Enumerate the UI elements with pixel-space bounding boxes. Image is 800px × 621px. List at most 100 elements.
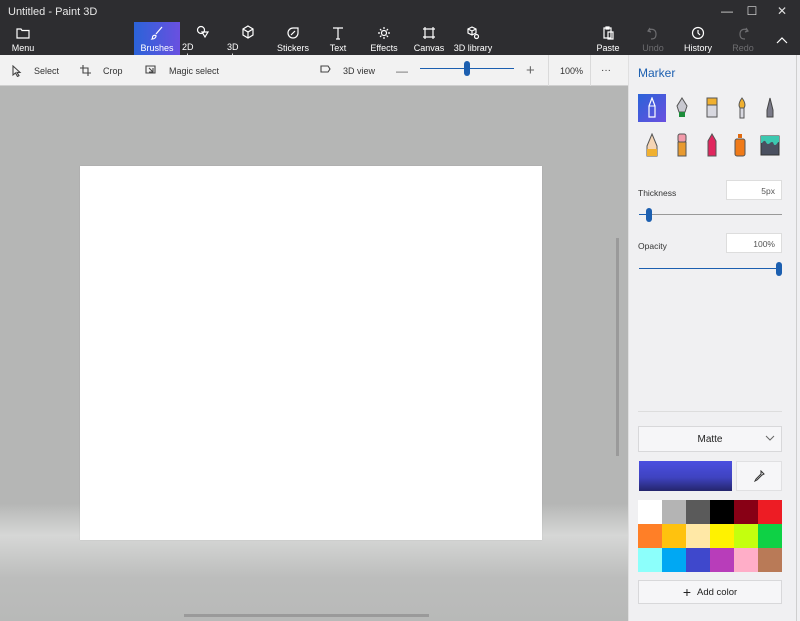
maximize-button[interactable]: ☐ <box>737 0 767 22</box>
history-label: History <box>683 43 712 53</box>
brush-marker[interactable] <box>638 94 666 122</box>
magic-select-icon <box>145 65 156 74</box>
vertical-scrollbar[interactable] <box>616 238 619 456</box>
eraser-icon <box>677 133 687 157</box>
3d-view-label: 3D view <box>343 65 376 76</box>
tab-stickers[interactable]: Stickers <box>273 22 313 55</box>
tab-text[interactable]: Text <box>318 22 358 55</box>
history-button[interactable]: History <box>682 22 714 55</box>
color-swatch[interactable] <box>686 524 710 548</box>
brush-crayon[interactable] <box>698 131 726 159</box>
color-swatch[interactable] <box>734 524 758 548</box>
thickness-slider-track[interactable] <box>639 214 782 215</box>
color-swatch[interactable] <box>710 548 734 572</box>
magic-select-button[interactable]: Magic select <box>145 55 219 86</box>
brush-pencil[interactable] <box>638 131 666 159</box>
color-swatch[interactable] <box>710 500 734 524</box>
minimize-icon: — <box>721 4 733 18</box>
brush-pixel-pen[interactable] <box>756 94 784 122</box>
opacity-slider-thumb[interactable] <box>776 262 782 276</box>
drawing-canvas[interactable] <box>80 166 542 540</box>
panel-title: Marker <box>638 66 676 80</box>
color-swatch[interactable] <box>758 548 782 572</box>
brush-oil[interactable] <box>698 94 726 122</box>
zoom-in-button[interactable]: + <box>526 55 535 86</box>
collapse-ribbon-button[interactable] <box>772 22 792 55</box>
color-swatch[interactable] <box>734 548 758 572</box>
color-swatch[interactable] <box>758 524 782 548</box>
sticker-icon <box>286 25 300 40</box>
tab-effects[interactable]: Effects <box>364 22 404 55</box>
close-icon: ✕ <box>776 4 788 18</box>
zoom-slider-thumb[interactable] <box>464 61 470 76</box>
add-color-button[interactable]: + Add color <box>638 580 782 604</box>
chevron-up-icon <box>776 32 788 47</box>
canvas-icon <box>422 25 436 40</box>
finish-dropdown[interactable]: Matte <box>638 426 782 452</box>
undo-button[interactable]: Undo <box>638 22 668 55</box>
pencil-icon <box>646 133 658 157</box>
redo-icon <box>736 25 750 40</box>
crop-button[interactable]: Crop <box>80 55 123 86</box>
color-swatch[interactable] <box>686 548 710 572</box>
color-swatch[interactable] <box>734 500 758 524</box>
tab-2d-shapes[interactable]: 2D shapes <box>182 22 224 62</box>
finish-selected: Matte <box>697 433 723 445</box>
thickness-slider-thumb[interactable] <box>645 208 652 222</box>
brush-fill[interactable] <box>756 131 784 159</box>
3d-view-button[interactable]: 3D view <box>320 55 375 86</box>
toolbar: Select Crop Magic select 3D view — + 100… <box>0 55 628 86</box>
tab-canvas[interactable]: Canvas <box>409 22 449 55</box>
opacity-input[interactable]: 100% <box>726 233 782 253</box>
more-options-button[interactable]: ··· <box>601 55 611 86</box>
thickness-input[interactable]: 5px <box>726 180 782 200</box>
panel-edge <box>796 55 800 621</box>
plus-icon: + <box>682 584 692 600</box>
horizontal-scrollbar[interactable] <box>184 614 429 617</box>
history-icon <box>691 25 705 40</box>
brush-spray-can[interactable] <box>726 131 754 159</box>
toolbar-divider <box>548 55 549 86</box>
color-swatch[interactable] <box>710 524 734 548</box>
color-swatch[interactable] <box>638 548 662 572</box>
add-color-label: Add color <box>697 586 738 598</box>
undo-icon <box>646 25 660 40</box>
undo-label: Undo <box>642 43 664 53</box>
opacity-label: Opacity <box>638 241 667 251</box>
brush-watercolor[interactable] <box>728 94 756 122</box>
zoom-level[interactable]: 100% <box>560 55 583 86</box>
color-swatch[interactable] <box>638 500 662 524</box>
select-button[interactable]: Select <box>12 55 59 86</box>
color-swatch[interactable] <box>662 500 686 524</box>
color-swatch[interactable] <box>662 524 686 548</box>
paste-button[interactable]: Paste <box>592 22 624 55</box>
brush-calligraphy-pen[interactable] <box>668 94 696 122</box>
marker-icon <box>648 97 656 118</box>
color-palette <box>638 500 782 572</box>
2d-shapes-icon <box>196 25 210 39</box>
color-swatch[interactable] <box>758 500 782 524</box>
eyedropper-button[interactable] <box>736 461 782 491</box>
color-swatch[interactable] <box>662 548 686 572</box>
zoom-out-button[interactable]: — <box>396 55 408 86</box>
close-button[interactable]: ✕ <box>767 0 797 22</box>
menu-button[interactable]: Menu <box>4 22 42 55</box>
tab-brushes[interactable]: Brushes <box>134 22 180 55</box>
more-icon: ··· <box>601 65 611 76</box>
tab-3d-library[interactable]: 3D library <box>452 22 494 55</box>
magic-select-label: Magic select <box>169 65 220 76</box>
redo-button[interactable]: Redo <box>728 22 758 55</box>
tab-label: Stickers <box>276 43 309 53</box>
tab-3d-shapes[interactable]: 3D shapes <box>227 22 269 62</box>
folder-icon <box>16 25 30 40</box>
maximize-icon: ☐ <box>746 4 758 18</box>
select-label: Select <box>34 65 60 76</box>
eyedropper-icon <box>753 470 765 482</box>
brush-eraser[interactable] <box>668 131 696 159</box>
color-swatch[interactable] <box>638 524 662 548</box>
color-swatch[interactable] <box>686 500 710 524</box>
crop-icon <box>80 65 91 76</box>
window-title: Untitled - Paint 3D <box>8 6 98 18</box>
paste-label: Paste <box>596 43 620 53</box>
current-color-swatch[interactable] <box>639 461 732 491</box>
